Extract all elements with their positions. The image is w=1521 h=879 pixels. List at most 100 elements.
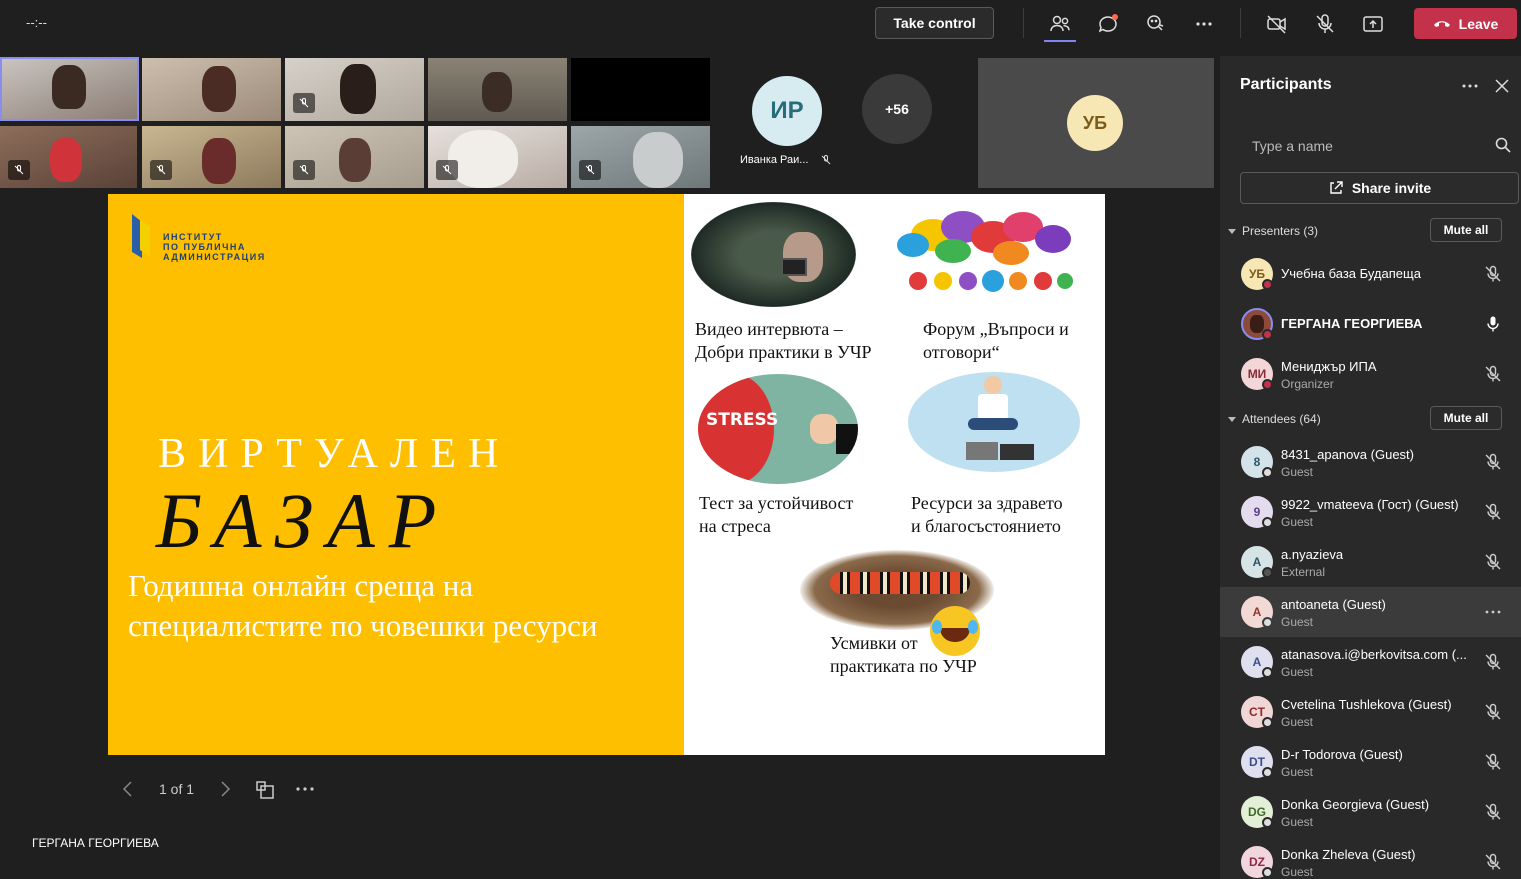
- participant-row[interactable]: DT D-r Todorova (Guest) Guest: [1220, 737, 1521, 787]
- overflow-participants-badge[interactable]: +56: [862, 74, 932, 144]
- more-options-icon[interactable]: [1189, 9, 1219, 39]
- stress-label: STRESS: [706, 410, 779, 430]
- video-tile[interactable]: [285, 126, 424, 188]
- avatar-ir[interactable]: ИР: [752, 76, 822, 146]
- mic-off-icon[interactable]: [1483, 752, 1503, 772]
- mute-all-attendees-button[interactable]: Mute all: [1430, 406, 1502, 430]
- participant-row[interactable]: A antoaneta (Guest) Guest: [1220, 587, 1521, 637]
- stress-balloon-image: STRESS: [698, 374, 858, 484]
- take-control-button[interactable]: Take control: [875, 7, 994, 39]
- slide-grid-icon[interactable]: [255, 780, 275, 805]
- presenter-name-label: ГЕРГАНА ГЕОРГИЕВА: [32, 836, 159, 850]
- search-placeholder: Type a name: [1252, 138, 1333, 154]
- muted-badge: [293, 93, 315, 113]
- previous-slide-icon[interactable]: [120, 780, 136, 803]
- participant-name: Учебна база Будапеща: [1281, 266, 1421, 281]
- shared-slide: ИНСТИТУТ ПО ПУБЛИЧНА АДМИНИСТРАЦИЯ ВИРТУ…: [108, 194, 1105, 755]
- mute-all-presenters-button[interactable]: Mute all: [1430, 218, 1502, 242]
- video-tile[interactable]: [428, 126, 567, 188]
- participant-row[interactable]: 9 9922_vmateeva (Гост) (Guest) Guest: [1220, 487, 1521, 537]
- participant-name: atanasova.i@berkovitsa.com (...: [1281, 647, 1467, 662]
- video-tile-ub[interactable]: УБ: [978, 58, 1214, 188]
- participant-name: 9922_vmateeva (Гост) (Guest): [1281, 497, 1459, 512]
- share-screen-icon[interactable]: [1358, 9, 1388, 39]
- attendees-section-header[interactable]: Attendees (64): [1228, 412, 1321, 426]
- participant-role: Guest: [1281, 715, 1314, 729]
- muted-badge: [293, 160, 315, 180]
- slide-item-forum: Форум „Въпроси и отговори“: [923, 319, 1069, 362]
- search-icon[interactable]: [1494, 136, 1512, 159]
- mic-off-icon[interactable]: [1483, 802, 1503, 822]
- chevron-down-icon: [1228, 229, 1236, 234]
- leave-button[interactable]: Leave: [1414, 8, 1517, 39]
- phone-hangup-icon: [1433, 20, 1450, 27]
- participant-row[interactable]: A atanasova.i@berkovitsa.com (... Guest: [1220, 637, 1521, 687]
- video-tile[interactable]: [285, 58, 424, 121]
- participants-icon[interactable]: [1045, 9, 1075, 39]
- mic-off-icon[interactable]: [1483, 264, 1503, 284]
- mic-off-icon[interactable]: [1483, 852, 1503, 872]
- camera-off-icon[interactable]: [1262, 9, 1292, 39]
- participant-name: Cvetelina Tushlekova (Guest): [1281, 697, 1452, 712]
- participant-row[interactable]: 8 8431_apanova (Guest) Guest: [1220, 437, 1521, 487]
- institute-logo-icon: [128, 212, 156, 267]
- reactions-icon[interactable]: [1141, 9, 1171, 39]
- participant-role: Organizer: [1281, 377, 1334, 391]
- mic-on-icon[interactable]: [1483, 314, 1503, 334]
- participant-row[interactable]: МИ Мениджър ИПА Organizer: [1220, 349, 1521, 399]
- slide-item-health-resources: Ресурси за здравето и благосъстоянието: [911, 493, 1063, 536]
- section-label: Presenters (3): [1242, 224, 1319, 238]
- participant-role: Guest: [1281, 815, 1314, 829]
- leave-label: Leave: [1458, 15, 1499, 32]
- video-tile-self[interactable]: [0, 57, 139, 121]
- mic-off-icon[interactable]: [1483, 702, 1503, 722]
- mic-off-icon[interactable]: [1483, 502, 1503, 522]
- video-interview-image: [691, 202, 856, 307]
- participant-role: Guest: [1281, 665, 1314, 679]
- video-tile[interactable]: [142, 58, 281, 121]
- status-offline-icon: [1262, 667, 1273, 678]
- participant-role: Guest: [1281, 865, 1314, 879]
- panel-title: Participants: [1240, 76, 1332, 93]
- slide-more-options-icon[interactable]: [294, 779, 316, 804]
- mic-off-icon[interactable]: [1483, 364, 1503, 384]
- participant-silhouette: [52, 65, 86, 109]
- participant-silhouette: [448, 130, 518, 188]
- slide-title-line1: ВИРТУАЛЕН: [158, 431, 511, 477]
- slide-item-smiles: Усмивки от практиката по УЧР: [830, 633, 977, 676]
- participant-row[interactable]: DG Donka Georgieva (Guest) Guest: [1220, 787, 1521, 837]
- participant-row[interactable]: DZ Donka Zheleva (Guest) Guest: [1220, 837, 1521, 879]
- share-invite-button[interactable]: Share invite: [1240, 172, 1519, 204]
- mic-off-icon[interactable]: [1483, 552, 1503, 572]
- chat-icon[interactable]: [1093, 9, 1123, 39]
- participant-row[interactable]: CT Cvetelina Tushlekova (Guest) Guest: [1220, 687, 1521, 737]
- figure-head: [984, 376, 1002, 394]
- status-offline-icon: [1262, 467, 1273, 478]
- participant-role: Guest: [1281, 765, 1314, 779]
- figure-legs: [968, 418, 1018, 430]
- video-tile[interactable]: [571, 58, 710, 121]
- participant-search-input[interactable]: Type a name: [1240, 130, 1521, 160]
- panel-more-options-icon[interactable]: [1460, 76, 1480, 101]
- snake-body: [830, 572, 970, 594]
- mic-off-icon[interactable]: [1483, 652, 1503, 672]
- institute-logo-text: ИНСТИТУТ ПО ПУБЛИЧНА АДМИНИСТРАЦИЯ: [163, 232, 266, 262]
- mic-off-icon[interactable]: [1310, 9, 1340, 39]
- participant-row[interactable]: УБ Учебна база Будапеща: [1220, 249, 1521, 299]
- row-more-options-icon[interactable]: [1483, 602, 1503, 622]
- participant-role: External: [1281, 565, 1326, 579]
- close-icon[interactable]: [1492, 76, 1512, 101]
- video-tile[interactable]: [571, 126, 710, 188]
- video-tile[interactable]: [428, 58, 567, 121]
- presenters-section-header[interactable]: Presenters (3): [1228, 224, 1318, 238]
- video-tile[interactable]: [0, 126, 137, 188]
- participant-row[interactable]: A a.nyazieva External: [1220, 537, 1521, 587]
- mic-off-icon[interactable]: [1483, 452, 1503, 472]
- video-tile[interactable]: [142, 126, 281, 188]
- participant-silhouette: [202, 138, 236, 184]
- next-slide-icon[interactable]: [217, 780, 233, 803]
- toolbar-divider: [1240, 8, 1241, 38]
- participant-name: D-r Todorova (Guest): [1281, 747, 1403, 762]
- participant-silhouette: [50, 138, 82, 182]
- participant-row[interactable]: ГЕРГАНА ГЕОРГИЕВА: [1220, 299, 1521, 349]
